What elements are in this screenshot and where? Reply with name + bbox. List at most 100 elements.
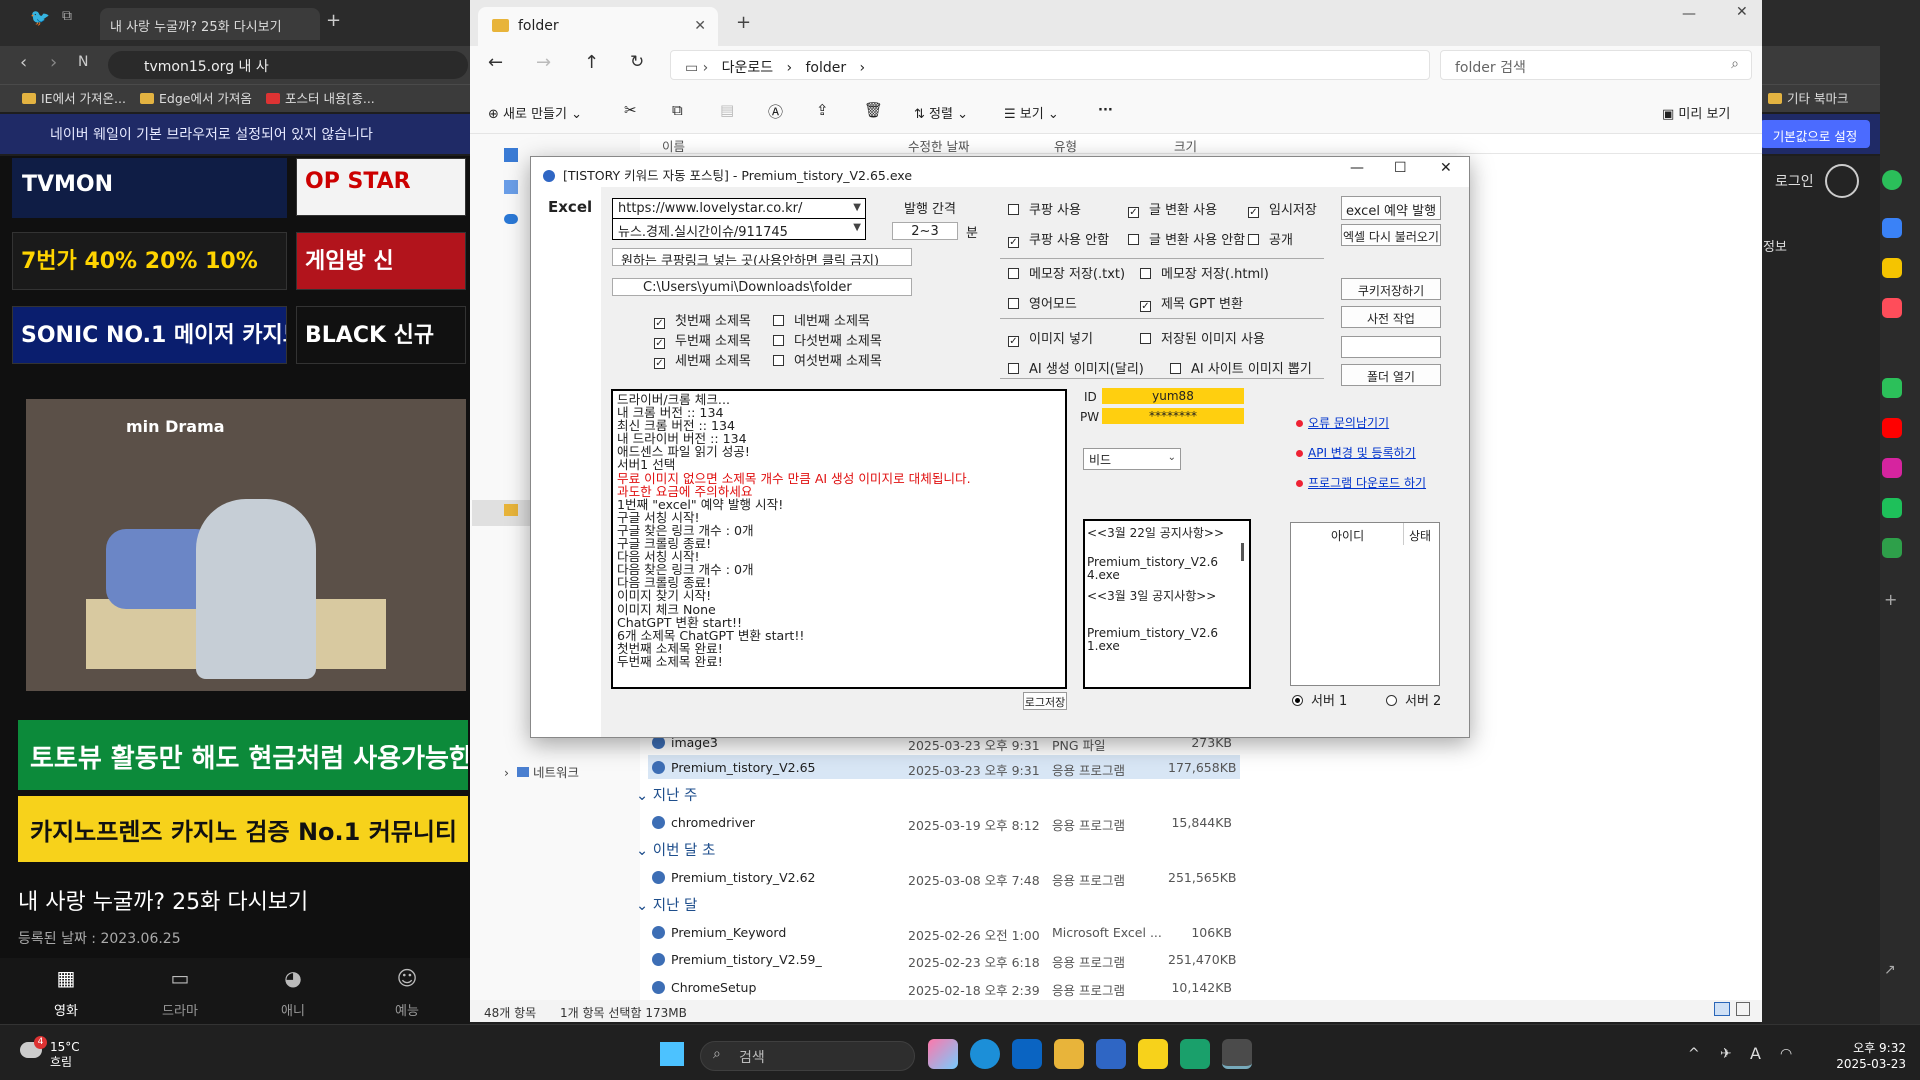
bookmark-item[interactable]: IE에서 가져온... [22,88,126,107]
notice-panel[interactable]: <<3월 22일 공지사항>> Premium_tistory_V2.64.ex… [1083,519,1251,689]
anime-icon[interactable]: ◕ [253,966,333,990]
option-checkbox[interactable]: AI 생성 이미지(달리) [1008,358,1144,377]
column-name[interactable]: 이름 [662,136,685,155]
option-checkbox[interactable]: 글 변환 사용 안함 [1128,229,1245,248]
add-icon[interactable]: + [1884,590,1897,609]
browser-select[interactable]: 비드 ⌄ [1083,448,1181,470]
up-arrow-icon[interactable]: ↑ [584,52,599,73]
copilot-icon[interactable] [928,1039,958,1069]
network-tray-icon[interactable]: ✈ [1720,1046,1732,1062]
preview-button[interactable]: ▣ 미리 보기 [1662,103,1730,122]
bookmark-other[interactable]: 기타 북마크 [1768,88,1848,107]
save-log-button[interactable]: 로그저장 [1023,692,1067,710]
ad-banner[interactable]: 게임방 신 [296,232,466,290]
subheading-checkbox[interactable]: 여섯번째 소제목 [773,350,882,369]
option-checkbox[interactable]: ✓ 임시저장 [1248,199,1317,218]
open-folder-button[interactable]: 폴더 열기 [1341,364,1441,386]
option-checkbox[interactable]: 영어모드 [1008,293,1077,312]
option-checkbox[interactable]: 공개 [1248,229,1293,248]
server1-radio[interactable]: 서버 1 [1292,690,1347,709]
details-view-icon[interactable] [1714,1002,1730,1016]
external-link-icon[interactable]: ↗ [1884,962,1896,978]
search-input[interactable]: folder 검색 ⌕ [1440,50,1752,80]
youtube-icon[interactable] [1882,418,1902,438]
breadcrumb-item[interactable]: folder [805,60,846,76]
api-change-link[interactable]: API 변경 및 등록하기 [1296,444,1416,461]
file-explorer-icon[interactable] [1054,1039,1084,1069]
account-list[interactable]: 아이디 상태 [1290,522,1440,686]
column-size[interactable]: 크기 [1174,136,1197,155]
option-checkbox[interactable]: 저장된 이미지 사용 [1140,328,1265,347]
id-field[interactable]: yum88 [1102,388,1244,404]
new-tab-button[interactable]: + [326,10,341,31]
film-icon[interactable]: ▦ [26,966,106,990]
group-header[interactable]: ⌄ 지난 달 [636,894,697,915]
back-arrow-icon[interactable]: ← [488,52,503,73]
column-type[interactable]: 유형 [1054,136,1077,155]
table-row[interactable]: chromedriver 2025-03-19 오후 8:12 응용 프로그램 15,… [648,810,1240,834]
browser-tab-active[interactable]: 내 사랑 누굴까? 25화 다시보기 [100,8,320,40]
tistory-app-icon[interactable] [1222,1039,1252,1069]
nav-item-movie[interactable]: 영화 [26,1000,106,1019]
option-checkbox[interactable]: ✓ 쿠팡 사용 안함 [1008,229,1109,248]
subheading-checkbox[interactable]: 네번째 소제목 [773,310,870,329]
naver-pay-icon[interactable] [1882,538,1902,558]
category-combo[interactable]: 뉴스.경제.실시간이슈/911745 ▼ [612,218,866,240]
pocket-icon[interactable] [1882,298,1902,318]
more-icon[interactable]: ··· [1098,103,1113,118]
server2-radio[interactable]: 서버 2 [1386,690,1441,709]
program-download-link[interactable]: 프로그램 다운로드 하기 [1296,474,1426,491]
naver-cafe-icon[interactable] [1882,498,1902,518]
refresh-icon[interactable]: ↻ [630,52,644,72]
onedrive-icon[interactable] [504,214,518,224]
video-player[interactable]: min Drama [26,399,466,691]
nav-item-variety[interactable]: 예능 [367,1000,447,1019]
ad-banner[interactable]: OP STAR [296,158,466,216]
column-date[interactable]: 수정한 날짜 [908,136,969,155]
new-button[interactable]: ⊕ 새로 만들기 ⌄ [488,103,582,122]
line-icon[interactable] [1882,378,1902,398]
table-row[interactable]: Premium_tistory_V2.62 2025-03-08 오후 7:48 응… [648,865,1240,889]
log-panel[interactable]: 드라이버/크롬 체크... 내 크롬 버전 :: 134 최신 크롬 버전 :: 1… [611,389,1067,689]
tiles-view-icon[interactable] [1736,1002,1750,1016]
sidebar-item-network[interactable]: › 네트워크 [504,762,579,781]
mail-icon[interactable] [1882,218,1902,238]
breadcrumb-item[interactable]: 다운로드 [722,60,774,76]
option-checkbox[interactable]: ✓ 제목 GPT 변환 [1140,293,1243,312]
option-checkbox[interactable]: 쿠팡 사용 [1008,199,1081,218]
ad-banner[interactable]: 7번가 40% 20% 10% [12,232,287,290]
reload-excel-button[interactable]: 엑셀 다시 불러오기 [1341,224,1441,246]
set-default-button[interactable]: 기본값으로 설정 [1760,120,1870,148]
interval-input[interactable]: 2~3 [892,222,958,240]
subheading-checkbox[interactable]: 다섯번째 소제목 [773,330,882,349]
share-icon[interactable]: ⇪ [816,101,829,119]
login-link[interactable]: 로그인 [1775,171,1814,191]
table-row[interactable]: Premium_tistory_V2.59_ 2025-02-23 오후 6:18… [648,947,1240,971]
table-row[interactable]: ChromeSetup 2025-02-18 오후 2:39 응용 프로그램 10,1… [648,975,1240,999]
ad-banner-tvmon[interactable]: TVMON [12,158,287,218]
close-icon[interactable]: ✕ [694,18,706,34]
option-checkbox[interactable]: AI 사이트 이미지 뽑기 [1170,358,1312,377]
ime-indicator[interactable]: A [1750,1044,1761,1063]
kakaotalk-icon[interactable] [1138,1039,1168,1069]
scrollbar[interactable] [1241,543,1244,561]
rename-icon[interactable]: Ⓐ [768,101,783,122]
entertainment-icon[interactable]: ☺ [367,966,447,990]
url-combo[interactable]: https://www.lovelystar.co.kr/ ▼ [612,198,866,220]
subheading-checkbox[interactable]: ✓ 첫번째 소제목 [654,310,751,329]
chevron-up-icon[interactable]: ^ [1688,1046,1700,1062]
home-icon[interactable]: N [78,54,88,70]
group-header[interactable]: ⌄ 지난 주 [636,784,697,805]
minimize-button[interactable]: — [1350,160,1364,176]
forward-arrow-icon[interactable]: → [536,52,551,73]
table-row[interactable]: Premium_tistory_V2.65 2025-03-23 오후 9:31 응… [648,755,1240,779]
cut-icon[interactable]: ✂ [624,101,637,119]
paste-icon[interactable]: ▤ [720,101,734,119]
copy-icon[interactable]: ⧉ [672,101,683,119]
bird-icon[interactable]: 🐦 [30,8,52,30]
new-tab-button[interactable]: + [736,12,751,33]
forward-arrow-icon[interactable]: › [50,52,57,73]
gallery-icon[interactable] [504,180,518,194]
group-header[interactable]: ⌄ 이번 달 초 [636,839,715,860]
maximize-button[interactable]: ☐ [1394,160,1407,176]
